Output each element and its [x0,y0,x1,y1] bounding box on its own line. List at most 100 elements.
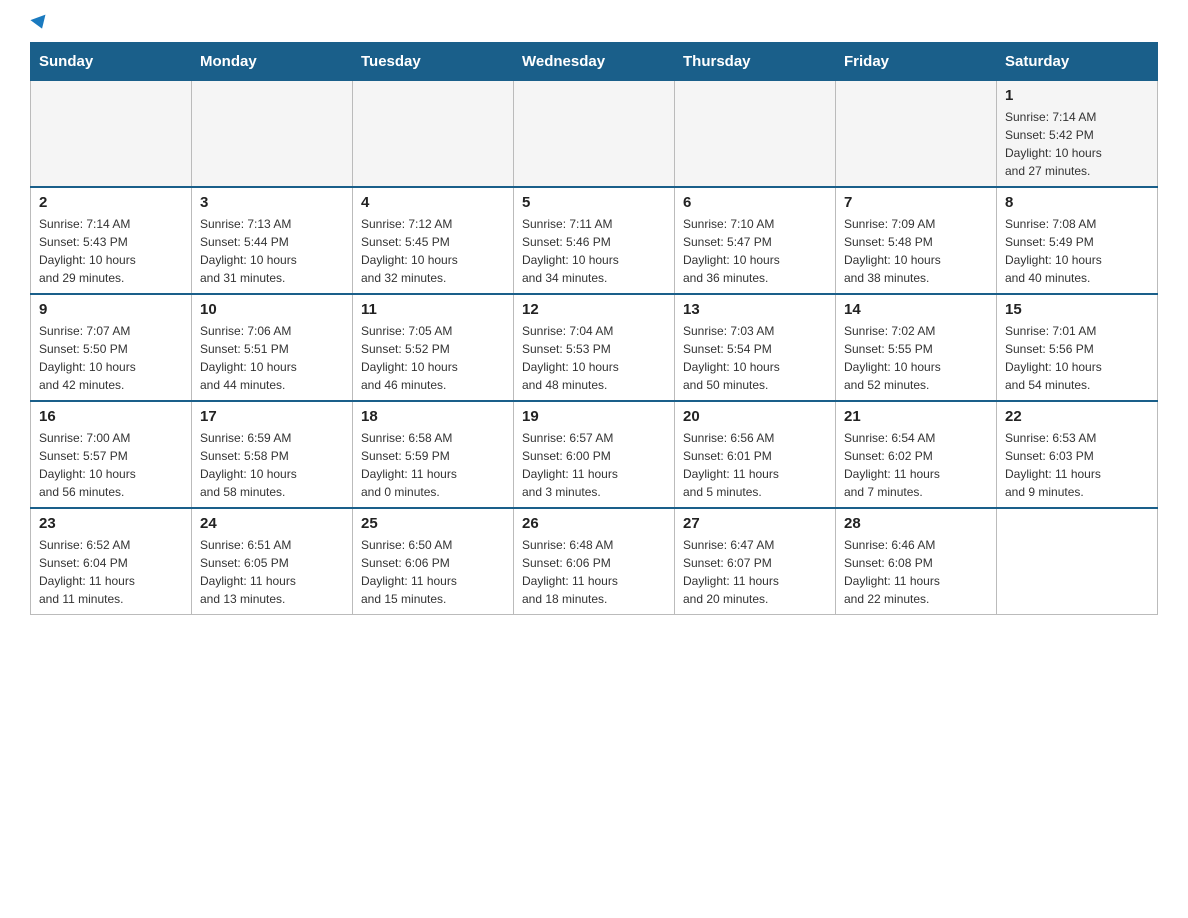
day-info: Sunrise: 7:00 AMSunset: 5:57 PMDaylight:… [39,429,183,501]
day-info: Sunrise: 6:52 AMSunset: 6:04 PMDaylight:… [39,536,183,608]
day-number: 21 [844,408,988,425]
table-row: 26 Sunrise: 6:48 AMSunset: 6:06 PMDayligh… [514,508,675,615]
days-of-week-row: Sunday Monday Tuesday Wednesday Thursday… [31,43,1158,81]
day-number: 26 [522,515,666,532]
day-number: 11 [361,301,505,318]
week-row-3: 16 Sunrise: 7:00 AMSunset: 5:57 PMDayligh… [31,401,1158,508]
table-row: 12 Sunrise: 7:04 AMSunset: 5:53 PMDayligh… [514,294,675,401]
table-row: 2 Sunrise: 7:14 AMSunset: 5:43 PMDaylight… [31,187,192,294]
week-row-1: 2 Sunrise: 7:14 AMSunset: 5:43 PMDaylight… [31,187,1158,294]
day-info: Sunrise: 7:05 AMSunset: 5:52 PMDaylight:… [361,322,505,394]
table-row [353,81,514,188]
table-row: 17 Sunrise: 6:59 AMSunset: 5:58 PMDayligh… [192,401,353,508]
day-number: 10 [200,301,344,318]
day-number: 1 [1005,87,1149,104]
table-row [31,81,192,188]
table-row: 20 Sunrise: 6:56 AMSunset: 6:01 PMDayligh… [675,401,836,508]
day-info: Sunrise: 7:13 AMSunset: 5:44 PMDaylight:… [200,215,344,287]
day-number: 14 [844,301,988,318]
col-monday: Monday [192,43,353,81]
table-row: 21 Sunrise: 6:54 AMSunset: 6:02 PMDayligh… [836,401,997,508]
table-row: 24 Sunrise: 6:51 AMSunset: 6:05 PMDayligh… [192,508,353,615]
table-row [836,81,997,188]
col-saturday: Saturday [997,43,1158,81]
day-info: Sunrise: 7:01 AMSunset: 5:56 PMDaylight:… [1005,322,1149,394]
day-info: Sunrise: 7:09 AMSunset: 5:48 PMDaylight:… [844,215,988,287]
table-row: 18 Sunrise: 6:58 AMSunset: 5:59 PMDayligh… [353,401,514,508]
day-number: 4 [361,194,505,211]
table-row: 23 Sunrise: 6:52 AMSunset: 6:04 PMDayligh… [31,508,192,615]
table-row: 4 Sunrise: 7:12 AMSunset: 5:45 PMDaylight… [353,187,514,294]
day-number: 2 [39,194,183,211]
logo-triangle-icon [30,15,49,32]
day-number: 5 [522,194,666,211]
page-header [30,20,1158,32]
day-number: 25 [361,515,505,532]
week-row-0: 1 Sunrise: 7:14 AMSunset: 5:42 PMDaylight… [31,81,1158,188]
col-friday: Friday [836,43,997,81]
day-info: Sunrise: 6:46 AMSunset: 6:08 PMDaylight:… [844,536,988,608]
day-info: Sunrise: 6:58 AMSunset: 5:59 PMDaylight:… [361,429,505,501]
day-info: Sunrise: 6:54 AMSunset: 6:02 PMDaylight:… [844,429,988,501]
day-info: Sunrise: 7:08 AMSunset: 5:49 PMDaylight:… [1005,215,1149,287]
day-info: Sunrise: 6:51 AMSunset: 6:05 PMDaylight:… [200,536,344,608]
week-row-4: 23 Sunrise: 6:52 AMSunset: 6:04 PMDayligh… [31,508,1158,615]
day-number: 12 [522,301,666,318]
table-row: 6 Sunrise: 7:10 AMSunset: 5:47 PMDaylight… [675,187,836,294]
col-thursday: Thursday [675,43,836,81]
week-row-2: 9Sunrise: 7:07 AMSunset: 5:50 PMDaylight… [31,294,1158,401]
day-number: 16 [39,408,183,425]
day-info: Sunrise: 7:14 AMSunset: 5:43 PMDaylight:… [39,215,183,287]
day-info: Sunrise: 6:47 AMSunset: 6:07 PMDaylight:… [683,536,827,608]
day-info: Sunrise: 7:11 AMSunset: 5:46 PMDaylight:… [522,215,666,287]
table-row: 28 Sunrise: 6:46 AMSunset: 6:08 PMDayligh… [836,508,997,615]
day-number: 3 [200,194,344,211]
day-info: Sunrise: 7:12 AMSunset: 5:45 PMDaylight:… [361,215,505,287]
day-number: 22 [1005,408,1149,425]
day-info: Sunrise: 6:56 AMSunset: 6:01 PMDaylight:… [683,429,827,501]
day-info: Sunrise: 6:59 AMSunset: 5:58 PMDaylight:… [200,429,344,501]
col-wednesday: Wednesday [514,43,675,81]
table-row: 22Sunrise: 6:53 AMSunset: 6:03 PMDayligh… [997,401,1158,508]
col-sunday: Sunday [31,43,192,81]
table-row: 15 Sunrise: 7:01 AMSunset: 5:56 PMDayligh… [997,294,1158,401]
table-row [997,508,1158,615]
table-row: 1 Sunrise: 7:14 AMSunset: 5:42 PMDaylight… [997,81,1158,188]
day-info: Sunrise: 7:03 AMSunset: 5:54 PMDaylight:… [683,322,827,394]
table-row: 14Sunrise: 7:02 AMSunset: 5:55 PMDayligh… [836,294,997,401]
day-info: Sunrise: 7:04 AMSunset: 5:53 PMDaylight:… [522,322,666,394]
day-number: 7 [844,194,988,211]
table-row: 19Sunrise: 6:57 AMSunset: 6:00 PMDayligh… [514,401,675,508]
day-number: 15 [1005,301,1149,318]
table-row: 13 Sunrise: 7:03 AMSunset: 5:54 PMDayligh… [675,294,836,401]
table-row: 25 Sunrise: 6:50 AMSunset: 6:06 PMDayligh… [353,508,514,615]
day-number: 8 [1005,194,1149,211]
table-row: 8 Sunrise: 7:08 AMSunset: 5:49 PMDaylight… [997,187,1158,294]
day-number: 17 [200,408,344,425]
day-info: Sunrise: 6:48 AMSunset: 6:06 PMDaylight:… [522,536,666,608]
day-info: Sunrise: 7:07 AMSunset: 5:50 PMDaylight:… [39,322,183,394]
logo [30,20,48,32]
table-row: 9Sunrise: 7:07 AMSunset: 5:50 PMDaylight… [31,294,192,401]
day-number: 18 [361,408,505,425]
day-number: 19 [522,408,666,425]
day-info: Sunrise: 7:14 AMSunset: 5:42 PMDaylight:… [1005,108,1149,180]
day-info: Sunrise: 6:50 AMSunset: 6:06 PMDaylight:… [361,536,505,608]
table-row: 11 Sunrise: 7:05 AMSunset: 5:52 PMDayligh… [353,294,514,401]
calendar-table: Sunday Monday Tuesday Wednesday Thursday… [30,42,1158,615]
day-number: 24 [200,515,344,532]
col-tuesday: Tuesday [353,43,514,81]
day-number: 20 [683,408,827,425]
table-row: 27Sunrise: 6:47 AMSunset: 6:07 PMDayligh… [675,508,836,615]
day-number: 23 [39,515,183,532]
day-number: 6 [683,194,827,211]
table-row: 7 Sunrise: 7:09 AMSunset: 5:48 PMDaylight… [836,187,997,294]
table-row: 16 Sunrise: 7:00 AMSunset: 5:57 PMDayligh… [31,401,192,508]
table-row [514,81,675,188]
day-info: Sunrise: 7:10 AMSunset: 5:47 PMDaylight:… [683,215,827,287]
day-number: 28 [844,515,988,532]
table-row: 10Sunrise: 7:06 AMSunset: 5:51 PMDayligh… [192,294,353,401]
day-number: 13 [683,301,827,318]
table-row [675,81,836,188]
table-row [192,81,353,188]
